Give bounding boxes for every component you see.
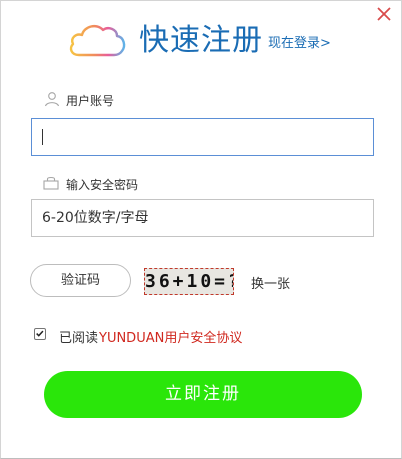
account-input[interactable] <box>31 118 374 156</box>
lock-icon <box>43 176 59 190</box>
password-input[interactable]: 6-20位数字/字母 <box>31 199 374 237</box>
password-label: 输入安全密码 <box>66 178 139 192</box>
register-submit-button[interactable]: 立即注册 <box>44 371 362 418</box>
text-caret <box>42 129 43 145</box>
agreement-checkbox[interactable] <box>34 328 46 340</box>
captcha-input[interactable]: 验证码 <box>30 264 131 297</box>
captcha-text: 36+10=? <box>145 271 234 292</box>
agreement-link[interactable]: YUNDUAN用户安全协议 <box>99 327 242 346</box>
captcha-image[interactable]: 36+10=? <box>144 268 234 295</box>
agreement-prefix: 已阅读 <box>59 331 99 346</box>
close-icon[interactable] <box>375 5 393 23</box>
checkbox-check-icon <box>36 330 44 337</box>
cloud-logo-icon <box>69 24 126 57</box>
login-now-link[interactable]: 现在登录> <box>268 35 331 53</box>
account-label: 用户账号 <box>66 94 115 108</box>
register-dialog: 快速注册 现在登录> 用户账号 输入安全密码 6-20位数字/字母 验证码 36… <box>0 0 402 459</box>
password-placeholder: 6-20位数字/字母 <box>42 210 149 226</box>
user-icon <box>44 92 60 107</box>
refresh-captcha-link[interactable]: 换一张 <box>251 273 290 292</box>
page-title: 快速注册 <box>139 23 263 58</box>
